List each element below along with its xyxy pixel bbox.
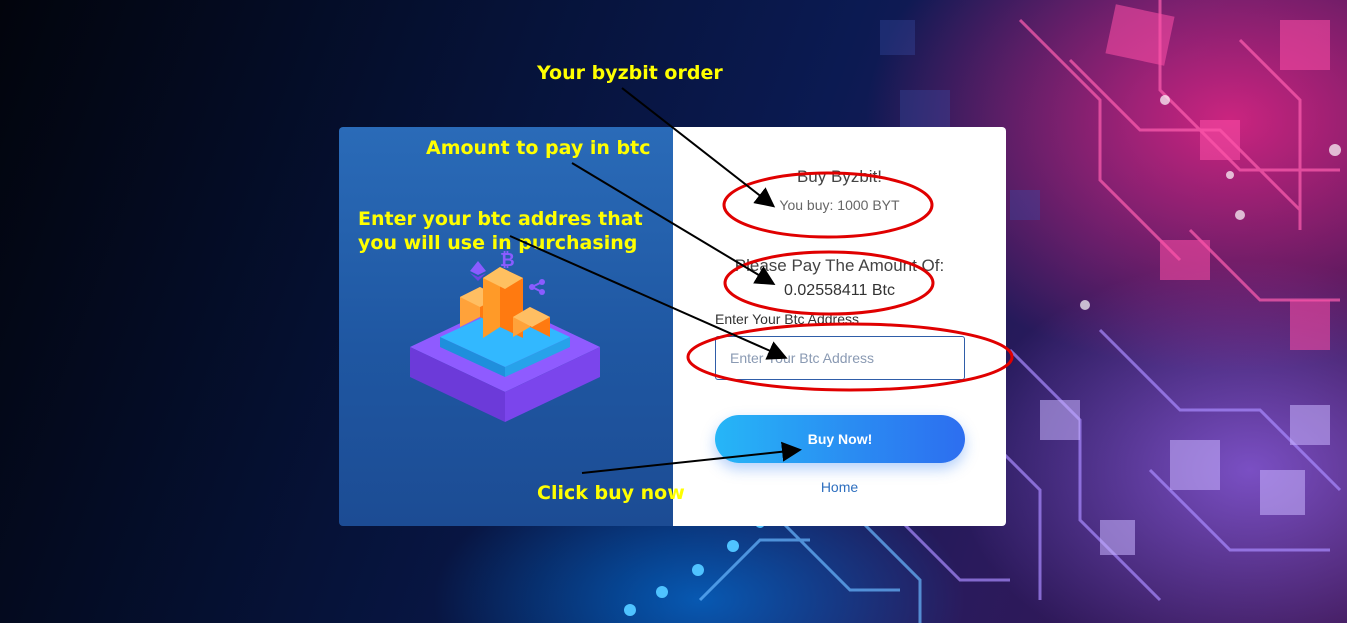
annotation-address-line1: Enter your btc addres that — [358, 208, 643, 230]
ethereum-icon — [470, 261, 486, 281]
order-summary: You buy: 1000 BYT — [779, 197, 900, 213]
page-title: Buy Byzbit! — [796, 167, 883, 186]
annotation-order: Your byzbit order — [537, 62, 723, 84]
annotation-amount: Amount to pay in btc — [426, 137, 651, 159]
illustration-panel: ₿ — [339, 127, 673, 526]
crypto-blocks-illustration — [410, 267, 600, 422]
pay-amount-value: 0.02558411 Btc — [784, 282, 895, 299]
annotation-click: Click buy now — [537, 482, 685, 504]
home-link[interactable]: Home — [673, 479, 1006, 495]
purchase-card: ₿ Buy Byzbit! You buy: 1000 BYT Please P… — [339, 127, 1006, 526]
ripple-icon — [529, 279, 545, 295]
purchase-form-panel: Buy Byzbit! You buy: 1000 BYT Please Pay… — [673, 127, 1006, 526]
btc-address-input[interactable] — [715, 336, 965, 380]
annotation-address-line2: you will use in purchasing — [358, 232, 638, 254]
pay-amount-label: Please Pay The Amount Of: — [734, 256, 945, 275]
btc-address-label: Enter Your Btc Address — [715, 311, 859, 327]
buy-now-button[interactable]: Buy Now! — [715, 415, 965, 463]
